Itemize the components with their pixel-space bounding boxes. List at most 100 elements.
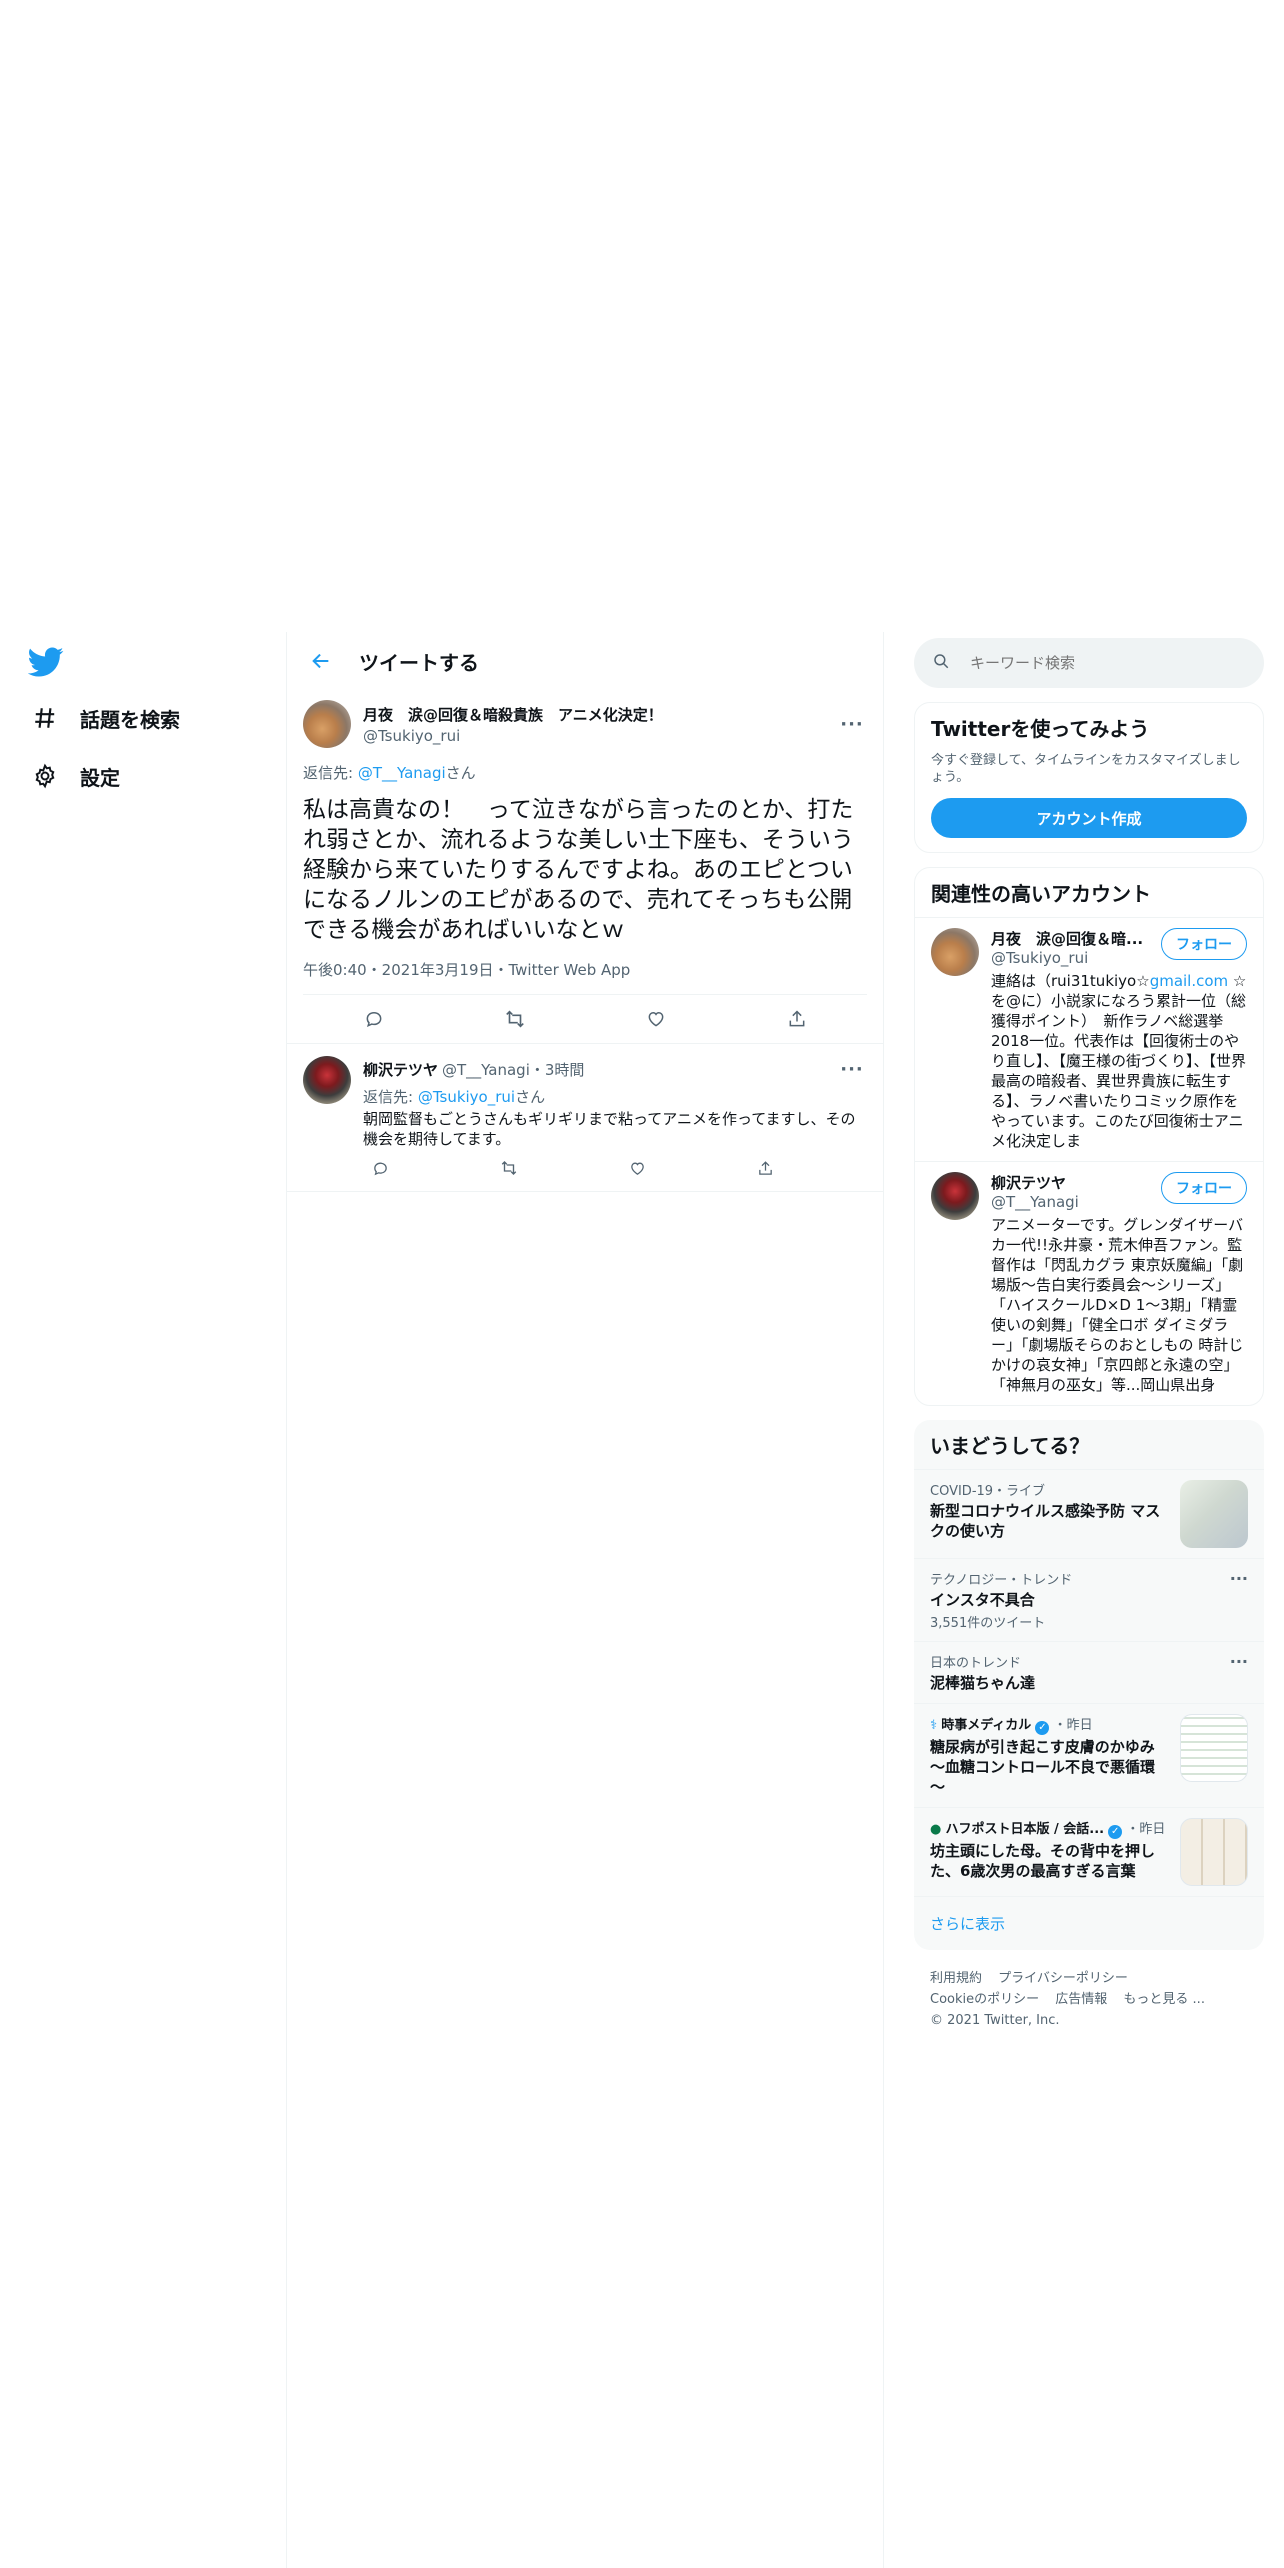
trend-thumbnail xyxy=(1180,1480,1248,1548)
trend-main: ⚕ 時事メディカル ✓ ・昨日 糖尿病が引き起こす皮膚のかゆみ～血糖コントロール… xyxy=(930,1714,1168,1797)
news-source-name: ハフポスト日本版 / 会話... xyxy=(945,1822,1105,1837)
avatar[interactable] xyxy=(931,1172,979,1220)
tweet-timestamp[interactable]: 午後0:40・2021年3月19日・Twitter Web App xyxy=(303,959,867,995)
trend-main: ● ハフポスト日本版 / 会話... ✓ ・昨日 坊主頭にした母。その背中を押し… xyxy=(930,1818,1168,1886)
reply-author-handle[interactable]: @T__Yanagi・3時間 xyxy=(442,1059,584,1080)
footer-links: 利用規約 プライバシーポリシー xyxy=(930,1968,1248,1989)
account-item[interactable]: 月夜 涙@回復＆暗... @Tsukiyo_rui フォロー 連絡は（rui31… xyxy=(915,917,1263,1161)
more-options-icon[interactable]: ··· xyxy=(1230,1652,1248,1693)
news-source: ⚕ 時事メディカル ✓ ・昨日 xyxy=(930,1714,1168,1735)
tweet-author[interactable]: 月夜 涙@回復＆暗殺貴族 アニメ化決定！ @Tsukiyo_rui xyxy=(363,704,837,745)
trend-title: 泥棒猫ちゃん達 xyxy=(930,1674,1036,1692)
reply-to: 返信先: @T__Yanagiさん xyxy=(303,762,867,783)
account-top: 月夜 涙@回復＆暗... @Tsukiyo_rui フォロー xyxy=(991,928,1247,967)
main-tweet: 月夜 涙@回復＆暗殺貴族 アニメ化決定！ @Tsukiyo_rui ··· 返信… xyxy=(287,690,883,1044)
footer-link-privacy[interactable]: プライバシーポリシー xyxy=(998,1971,1128,1986)
footer: 利用規約 プライバシーポリシー Cookieのポリシー 広告情報 もっと見る .… xyxy=(914,1950,1264,2049)
account-handle: @Tsukiyo_rui xyxy=(991,949,1089,967)
footer-link-ads[interactable]: 広告情報 xyxy=(1055,1992,1107,2007)
news-item[interactable]: ● ハフポスト日本版 / 会話... ✓ ・昨日 坊主頭にした母。その背中を押し… xyxy=(914,1807,1264,1896)
account-item[interactable]: 柳沢テツヤ @T__Yanagi フォロー アニメーターです。グレンダイザーバカ… xyxy=(915,1161,1263,1405)
more-options-icon[interactable]: ··· xyxy=(837,1054,867,1084)
more-options-icon[interactable]: ··· xyxy=(1230,1569,1248,1631)
news-source-logo-icon: ● xyxy=(930,1822,942,1837)
nav-settings-label: 設定 xyxy=(80,765,120,790)
footer-link-more[interactable]: もっと見る ... xyxy=(1123,1992,1205,2007)
reply-target-link[interactable]: @Tsukiyo_rui xyxy=(418,1088,515,1106)
reply-author-name[interactable]: 柳沢テツヤ xyxy=(363,1059,438,1080)
more-options-icon[interactable]: ··· xyxy=(837,709,867,739)
reply-header: 柳沢テツヤ @T__Yanagi・3時間 ··· xyxy=(363,1054,867,1084)
trend-title: 新型コロナウイルス感染予防 マスクの使い方 xyxy=(930,1502,1161,1540)
tweet-text: 私は高貴なの！ って泣きながら言ったのとか、打たれ弱さとか、流れるような美しい土… xyxy=(303,797,854,943)
account-bio: 連絡は（rui31tukiyo☆gmail.com ☆を@に）小説家になろう累計… xyxy=(991,971,1247,1151)
like-icon[interactable] xyxy=(620,1151,654,1185)
follow-button[interactable]: フォロー xyxy=(1161,1172,1247,1204)
trend-item[interactable]: テクノロジー・トレンド インスタ不具合 3,551件のツイート ··· xyxy=(914,1558,1264,1641)
account-top: 柳沢テツヤ @T__Yanagi フォロー xyxy=(991,1172,1247,1211)
reply-body: 柳沢テツヤ @T__Yanagi・3時間 ··· 返信先: @Tsukiyo_r… xyxy=(363,1054,867,1183)
trends-card: いまどうしてる？ COVID-19・ライブ 新型コロナウイルス感染予防 マスクの… xyxy=(914,1420,1264,1950)
search-icon xyxy=(932,652,950,674)
reply-icon[interactable] xyxy=(363,1151,397,1185)
trend-main: 日本のトレンド 泥棒猫ちゃん達 xyxy=(930,1652,1222,1693)
footer-link-cookies[interactable]: Cookieのポリシー xyxy=(930,1992,1039,2007)
avatar[interactable] xyxy=(303,1056,351,1104)
create-account-button[interactable]: アカウント作成 xyxy=(931,798,1247,838)
news-source-logo-icon: ⚕ xyxy=(930,1718,938,1733)
follow-button[interactable]: フォロー xyxy=(1161,928,1247,960)
account-names: 柳沢テツヤ @T__Yanagi xyxy=(991,1172,1153,1211)
news-source: ● ハフポスト日本版 / 会話... ✓ ・昨日 xyxy=(930,1818,1168,1839)
reply-icon[interactable] xyxy=(357,1002,391,1036)
show-more-link[interactable]: さらに表示 xyxy=(914,1896,1264,1950)
news-title: 糖尿病が引き起こす皮膚のかゆみ～血糖コントロール不良で悪循環～ xyxy=(930,1738,1156,1796)
main-column: ツイートする 月夜 涙@回復＆暗殺貴族 アニメ化決定！ @Tsukiyo_rui… xyxy=(286,632,884,2568)
tweet-header: 月夜 涙@回復＆暗殺貴族 アニメ化決定！ @Tsukiyo_rui ··· xyxy=(303,690,867,748)
retweet-icon[interactable] xyxy=(498,1002,532,1036)
news-source-name: 時事メディカル xyxy=(941,1718,1032,1733)
nav-settings[interactable]: 設定 xyxy=(30,756,120,796)
author-name: 月夜 涙@回復＆暗殺貴族 アニメ化決定！ xyxy=(363,705,663,724)
tweet-actions xyxy=(303,995,867,1043)
signup-title: Twitterを使ってみよう xyxy=(931,717,1150,741)
trend-item[interactable]: 日本のトレンド 泥棒猫ちゃん達 ··· xyxy=(914,1641,1264,1703)
like-icon[interactable] xyxy=(639,1002,673,1036)
account-body: 柳沢テツヤ @T__Yanagi フォロー アニメーターです。グレンダイザーバカ… xyxy=(991,1172,1247,1395)
account-name: 柳沢テツヤ xyxy=(991,1174,1067,1192)
trends-title: いまどうしてる？ xyxy=(930,1434,1090,1458)
retweet-icon[interactable] xyxy=(492,1151,526,1185)
reply-tweet[interactable]: 柳沢テツヤ @T__Yanagi・3時間 ··· 返信先: @Tsukiyo_r… xyxy=(287,1044,883,1192)
footer-links: Cookieのポリシー 広告情報 もっと見る ... xyxy=(930,1989,1248,2010)
gear-icon xyxy=(30,761,60,791)
share-icon[interactable] xyxy=(780,1002,814,1036)
trend-main: テクノロジー・トレンド インスタ不具合 3,551件のツイート xyxy=(930,1569,1222,1631)
share-icon[interactable] xyxy=(749,1151,783,1185)
account-names: 月夜 涙@回復＆暗... @Tsukiyo_rui xyxy=(991,928,1153,967)
reply-target-link[interactable]: @T__Yanagi xyxy=(358,764,446,782)
avatar[interactable] xyxy=(931,928,979,976)
trend-item[interactable]: COVID-19・ライブ 新型コロナウイルス感染予防 マスクの使い方 xyxy=(914,1469,1264,1558)
footer-link-terms[interactable]: 利用規約 xyxy=(930,1971,982,1986)
relevant-accounts-card: 関連性の高いアカウント 月夜 涙@回復＆暗... @Tsukiyo_rui フォ… xyxy=(914,867,1264,1406)
account-bio-link[interactable]: gmail.com xyxy=(1150,972,1228,990)
signup-description: 今すぐ登録して、タイムラインをカスタマイズしましょう。 xyxy=(931,753,1241,785)
news-time: ・昨日 xyxy=(1126,1822,1166,1837)
search-box[interactable] xyxy=(914,638,1264,688)
trend-title: インスタ不具合 xyxy=(930,1591,1035,1609)
reply-to-suffix: さん xyxy=(515,1088,546,1106)
verified-badge-icon: ✓ xyxy=(1108,1825,1123,1839)
news-thumbnail xyxy=(1180,1714,1248,1782)
avatar[interactable] xyxy=(303,700,351,748)
twitter-bird-icon[interactable] xyxy=(27,644,64,680)
back-arrow-icon[interactable] xyxy=(303,643,339,679)
account-bio-text: 連絡は（rui31tukiyo☆ xyxy=(991,972,1150,990)
nav-explore[interactable]: 話題を検索 xyxy=(30,698,180,738)
search-input[interactable] xyxy=(970,654,1230,672)
author-handle: @Tsukiyo_rui xyxy=(363,726,461,745)
copyright: © 2021 Twitter, Inc. xyxy=(930,2013,1060,2028)
reply-text: 朝岡監督もごとうさんもギリギリまで粘ってアニメを作ってますし、その機会を期待して… xyxy=(363,1110,856,1148)
page-title: ツイートする xyxy=(359,650,479,675)
signup-card: Twitterを使ってみよう 今すぐ登録して、タイムラインをカスタマイズしましょ… xyxy=(914,702,1264,853)
reply-to-suffix: さん xyxy=(445,764,476,782)
news-item[interactable]: ⚕ 時事メディカル ✓ ・昨日 糖尿病が引き起こす皮膚のかゆみ～血糖コントロール… xyxy=(914,1703,1264,1807)
